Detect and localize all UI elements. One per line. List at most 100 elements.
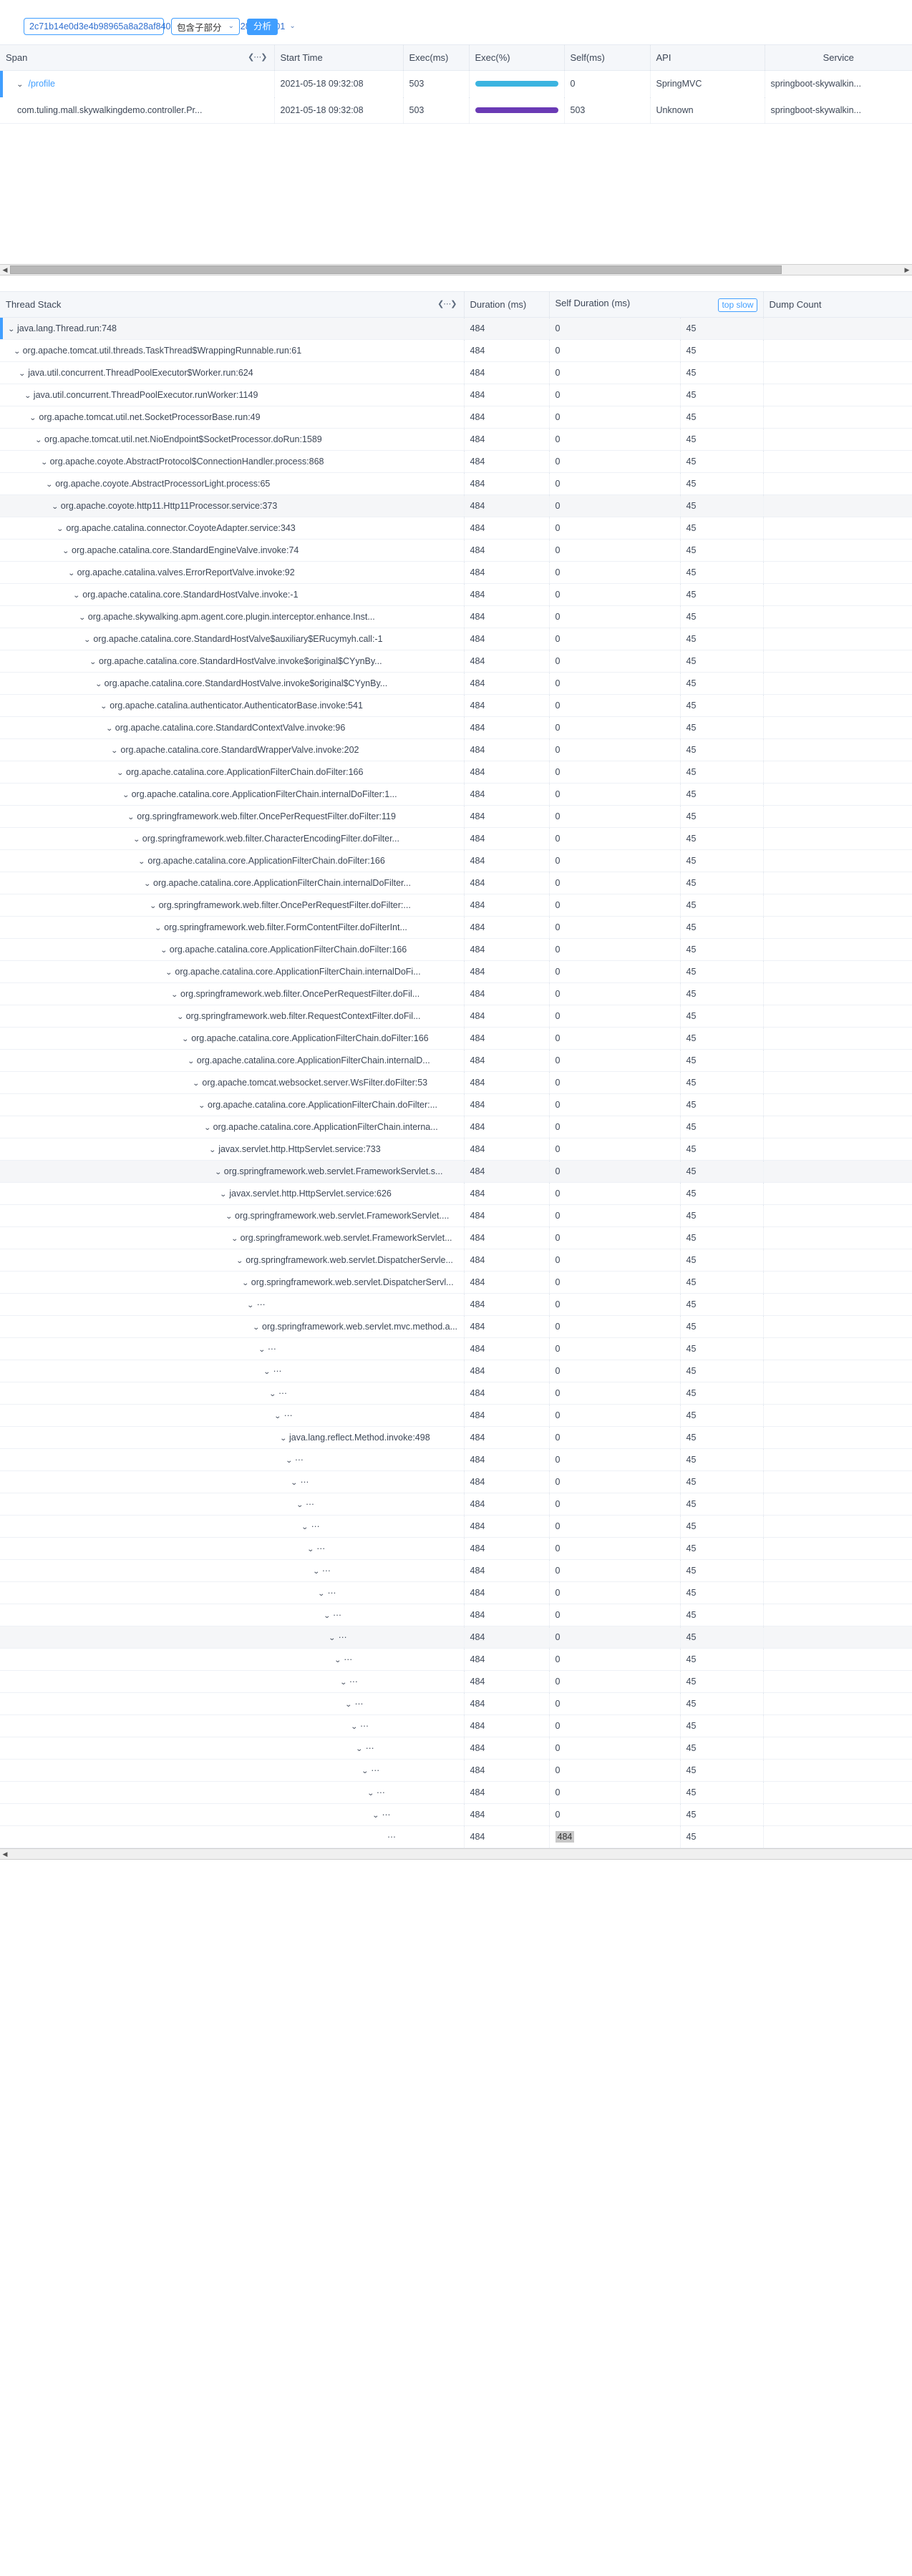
span-name[interactable]: /profile [28, 79, 55, 89]
stack-frame-label[interactable]: com.tuling.mall.skywalkingdemo.contr... [333, 1610, 463, 1620]
chevron-down-icon[interactable]: ⌄ [242, 1279, 252, 1287]
chevron-down-icon[interactable]: ⌄ [171, 991, 181, 999]
stack-frame-label[interactable]: org.springframework.web.servlet.Framewor… [235, 1211, 449, 1221]
stack-frame-cell[interactable]: ⌄ org.apache.tomcat.util.net.SocketProces… [0, 406, 465, 429]
stack-frame-label[interactable]: org.apache.catalina.core.ApplicationFilt… [213, 1122, 438, 1132]
stack-frame-cell[interactable]: ⌄ org.apache.catalina.core.StandardHostVa… [0, 628, 465, 650]
stack-frame-label[interactable]: org.apache.catalina.core.StandardHostVal… [93, 634, 382, 644]
stack-frame-label[interactable]: org.springframework.web.filter.RequestCo… [186, 1011, 421, 1021]
table-row[interactable]: ⌄ org.apache.catalina.core.ApplicationFil… [0, 938, 912, 961]
stack-frame-label[interactable]: org.apache.catalina.valves.ErrorReportVa… [77, 567, 295, 577]
stack-frame-cell[interactable]: ⌄ org.springframework.web.servlet.mvc.met… [0, 1315, 465, 1338]
chevron-down-icon[interactable]: ⌄ [225, 1213, 236, 1221]
stack-frame-label[interactable]: sun.reflect.NativeMethodAccessorImpl.inv… [306, 1499, 463, 1509]
table-row[interactable]: ⌄ org.apache.catalina.core.ApplicationFil… [0, 849, 912, 872]
chevron-down-icon[interactable]: ⌄ [155, 924, 165, 932]
stack-frame-cell[interactable]: ⌄ org.apache.catalina.core.ApplicationFil… [0, 960, 465, 983]
chevron-down-icon[interactable]: ⌄ [89, 658, 100, 666]
scroll-track[interactable] [10, 265, 902, 275]
chevron-down-icon[interactable]: ⌄ [149, 902, 159, 910]
scope-select[interactable]: 包含子部分 ⌄ [171, 18, 240, 35]
stack-frame-cell[interactable]: ⌄ org.apache.tomcat.util.threads.TaskThre… [0, 339, 465, 362]
table-row[interactable]: ⌄java.util.concurrent.locks.LockSu...484… [0, 1803, 912, 1826]
table-row[interactable]: ⌄ org.apache.catalina.core.ApplicationFil… [0, 783, 912, 806]
chevron-down-icon[interactable]: ⌄ [40, 459, 50, 467]
stack-frame-cell[interactable]: ⌄org.apache.skywalking.apm.agent.cor... [0, 1648, 465, 1671]
table-row[interactable]: ⌄ org.springframework.web.filter.OncePerR… [0, 894, 912, 917]
chevron-down-icon[interactable]: ⌄ [29, 414, 39, 422]
stack-frame-label[interactable]: java.util.concurrent.locks.LockSu... [382, 1810, 463, 1820]
stack-frame-label[interactable]: com.tuling.mall.skywalkingdemo.co... [354, 1699, 463, 1709]
stack-frame-cell[interactable]: ⌄ org.apache.catalina.core.StandardHostVa… [0, 650, 465, 673]
chevron-down-icon[interactable]: ⌄ [253, 1324, 263, 1332]
table-row[interactable]: ⌄ org.apache.catalina.core.StandardHostVa… [0, 583, 912, 606]
table-row[interactable]: ⌄ org.springframework.web.servlet.mvc.met… [0, 1315, 912, 1338]
stack-frame-cell[interactable]: ⌄ org.apache.coyote.http11.Http11Processo… [0, 494, 465, 517]
stack-frame-cell[interactable]: ⌄ org.springframework.web.servlet.Framewo… [0, 1226, 465, 1249]
stack-frame-cell[interactable]: ⌄com.tuling.mall.skywalkingdemo.con... [0, 1670, 465, 1693]
scroll-track[interactable] [10, 1849, 902, 1859]
stack-frame-cell[interactable]: ⌄ org.apache.catalina.connector.CoyoteAda… [0, 517, 465, 540]
stack-frame-cell[interactable]: ⌄ java.lang.reflect.Method.invoke:498 [0, 1426, 465, 1449]
stack-frame-cell[interactable]: ⌄ javax.servlet.http.HttpServlet.service:… [0, 1182, 465, 1205]
stack-frame-cell[interactable]: ⌄ org.springframework.web.filter.OncePerR… [0, 805, 465, 828]
table-row[interactable]: ⌄ org.apache.catalina.core.StandardHostVa… [0, 628, 912, 650]
chevron-down-icon[interactable]: ⌄ [193, 1080, 203, 1088]
stack-frame-cell[interactable]: ⌄com.tuling.mall.skywalkingdemo.contr... [0, 1626, 465, 1649]
chevron-down-icon[interactable]: ⌄ [345, 1701, 355, 1709]
table-row[interactable]: ⌄com.tuling.mall.skywalkingdemo.co...484… [0, 1714, 912, 1737]
stack-frame-label[interactable]: org.apache.catalina.core.StandardWrapper… [120, 745, 359, 755]
stack-frame-label[interactable]: javax.servlet.http.HttpServlet.service:6… [229, 1189, 392, 1199]
table-row[interactable]: ⌄ sun.reflect.DelegatingMethodAccessorImp… [0, 1448, 912, 1471]
stack-frame-label[interactable]: org.springframework.web.filter.FormConte… [164, 922, 407, 932]
table-row[interactable]: ⌄ org.springframework.web.method.support.… [0, 1382, 912, 1405]
stack-frame-cell[interactable]: ⌄ org.springframework.web.filter.FormCont… [0, 916, 465, 939]
span-cell[interactable]: ⌄ /profile [0, 70, 275, 97]
chevron-down-icon[interactable]: ⌄ [324, 1612, 334, 1620]
stack-frame-label[interactable]: java.util.concurrent.ThreadPoolExecutor.… [34, 390, 258, 400]
stack-frame-label[interactable]: org.springframework.web.servlet.Framewor… [224, 1166, 443, 1176]
table-row[interactable]: ⌄ org.springframework.web.servlet.mvc.met… [0, 1293, 912, 1316]
table-row[interactable]: ⌄ org.apache.catalina.core.ApplicationFil… [0, 1027, 912, 1050]
column-resize-icon[interactable]: ❮⋯❯ [437, 299, 457, 308]
span-name[interactable]: com.tuling.mall.skywalkingdemo.controlle… [17, 105, 202, 115]
stack-frame-cell[interactable]: ⌄ org.apache.catalina.core.ApplicationFil… [0, 1049, 465, 1072]
chevron-down-icon[interactable]: ⌄ [220, 1191, 230, 1199]
table-row[interactable]: ⌄ org.springframework.web.servlet.Dispatc… [0, 1271, 912, 1294]
chevron-down-icon[interactable]: ⌄ [52, 503, 62, 511]
chevron-down-icon[interactable]: ⌄ [285, 1457, 295, 1465]
stack-frame-label[interactable]: org.apache.skywalking.apm.agent.core.plu… [88, 612, 375, 622]
stack-frame-label[interactable]: org.apache.tomcat.util.threads.TaskThrea… [23, 346, 302, 356]
chevron-down-icon[interactable]: ⌄ [106, 725, 116, 733]
table-row[interactable]: ⌄ org.apache.tomcat.util.net.NioEndpoint$… [0, 428, 912, 451]
stack-frame-label[interactable]: org.springframework.web.filter.OncePerRe… [159, 900, 411, 910]
span-cell[interactable]: com.tuling.mall.skywalkingdemo.controlle… [0, 97, 275, 124]
span-table-col-start-time[interactable]: Start Time [274, 44, 404, 71]
table-row[interactable]: ⌄ org.springframework.web.filter.OncePerR… [0, 805, 912, 828]
analyze-button[interactable]: 分析 [247, 18, 278, 35]
stack-frame-cell[interactable]: ⌄ sun.reflect.DelegatingMethodAccessorImp… [0, 1448, 465, 1471]
stack-frame-label[interactable]: org.apache.catalina.core.ApplicationFilt… [132, 789, 397, 799]
span-table-col-span[interactable]: Span ❮⋯❯ [0, 44, 275, 71]
stack-frame-label[interactable]: org.apache.coyote.AbstractProtocol$Conne… [50, 457, 324, 467]
stack-frame-cell[interactable]: ⌄ org.apache.catalina.core.ApplicationFil… [0, 761, 465, 784]
scroll-thumb[interactable] [10, 265, 782, 274]
chevron-down-icon[interactable]: ⌄ [301, 1523, 311, 1531]
chevron-down-icon[interactable]: ⌄ [351, 1723, 361, 1731]
stack-frame-cell[interactable]: ⌄ java.util.concurrent.ThreadPoolExecutor… [0, 361, 465, 384]
chevron-down-icon[interactable]: ⌄ [209, 1146, 219, 1154]
chevron-down-icon[interactable]: ⌄ [100, 703, 110, 711]
stack-frame-label[interactable]: org.springframework.web.servlet.mvc.meth… [262, 1322, 457, 1332]
table-row[interactable]: ⌄ sun.reflect.NativeMethodAccessorImpl.in… [0, 1493, 912, 1516]
stack-frame-cell[interactable]: ⌄ org.apache.catalina.core.StandardEngine… [0, 539, 465, 562]
stack-frame-label[interactable]: org.apache.skywalking.apm.agent.cor... [344, 1654, 463, 1664]
trace-id-select[interactable]: 2c71b14e0d3e4b98965a8a28af8405a5.64.1621… [24, 18, 296, 35]
stack-frame-label[interactable]: org.apache.tomcat.util.net.SocketProcess… [39, 412, 260, 422]
stack-frame-cell[interactable]: ⌄org.apache.skywalking.apm.agent.core.pl… [0, 1537, 465, 1560]
table-row[interactable]: ⌄com.tuling.mall.skywalkingdemo.co...484… [0, 1692, 912, 1715]
stack-frame-label[interactable]: com.tuling.mall.skywalkingdemo.controlle… [311, 1521, 463, 1531]
stack-frame-label[interactable]: org.apache.catalina.connector.CoyoteAdap… [66, 523, 295, 533]
stack-frame-cell[interactable]: sun.misc.Unsafe.park:-2 [0, 1825, 465, 1848]
stack-frame-cell[interactable]: ⌄ org.apache.tomcat.websocket.server.WsFi… [0, 1071, 465, 1094]
table-row[interactable]: ⌄ org.apache.coyote.AbstractProtocol$Conn… [0, 450, 912, 473]
